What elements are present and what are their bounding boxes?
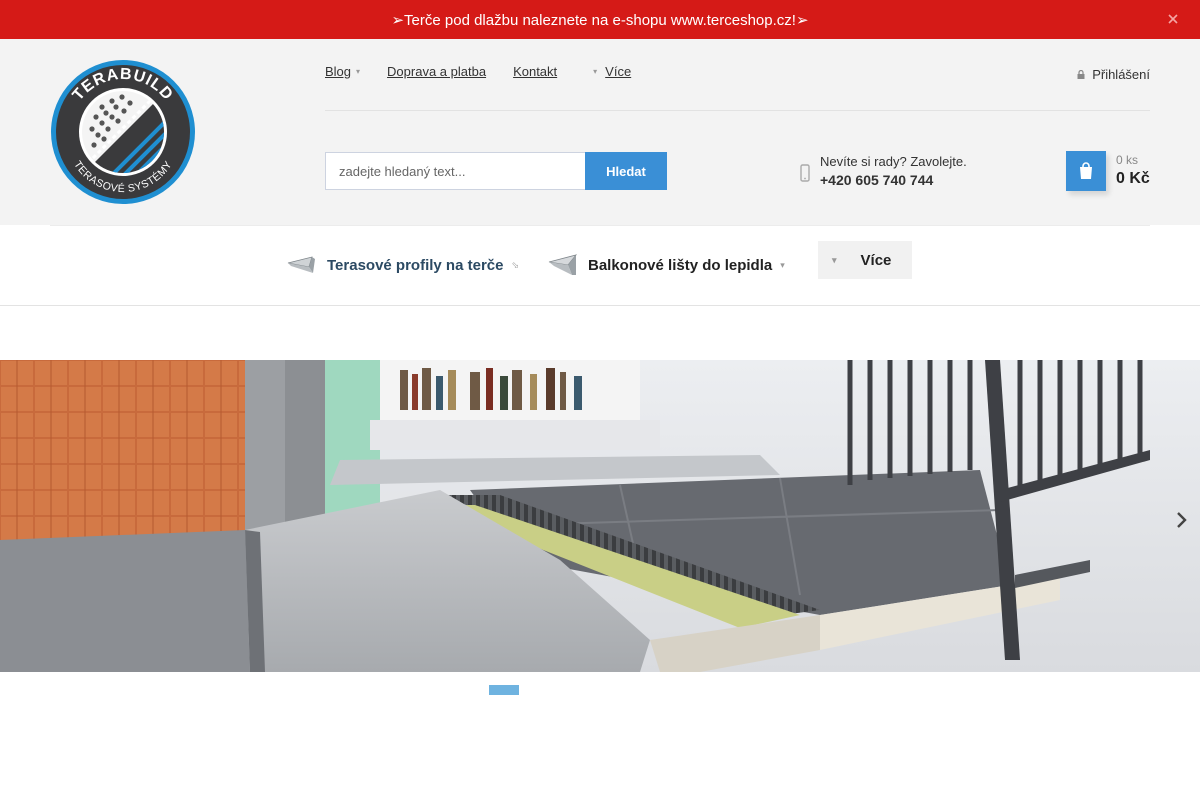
nav-item-terasove-profily[interactable]: Terasové profily na terče ⬂: [287, 253, 519, 277]
cart-total: 0 Kč: [1116, 170, 1150, 187]
chevron-down-icon: ▾: [356, 67, 361, 76]
toplink-blog-label[interactable]: Blog: [325, 64, 351, 79]
toplink-kontakt[interactable]: Kontakt: [513, 64, 557, 79]
announcement-bar: ➢Terče pod dlažbu naleznete na e-shopu w…: [0, 0, 1200, 39]
phone-icon: [800, 164, 810, 182]
cart-icon: [1080, 162, 1092, 179]
contact-phone[interactable]: +420 605 740 744: [820, 171, 967, 190]
chevron-down-icon: ▾: [832, 254, 837, 265]
hero-slider[interactable]: [0, 360, 1200, 672]
nav-more-label[interactable]: Více: [861, 252, 892, 269]
search-form: Hledat: [325, 152, 667, 190]
profile-icon: [548, 254, 578, 275]
search-input[interactable]: [325, 152, 585, 190]
chevron-right-icon[interactable]: [1174, 511, 1188, 529]
toplink-doprava[interactable]: Doprava a platba: [387, 64, 486, 79]
toplink-more[interactable]: ▾ Více: [584, 64, 631, 79]
announcement-text[interactable]: ➢Terče pod dlažbu naleznete na e-shopu w…: [391, 11, 808, 29]
nav-item-terasove-profily-label[interactable]: Terasové profily na terče: [327, 257, 503, 274]
nav-more-button[interactable]: ▾ Více: [818, 241, 912, 279]
chevron-down-icon: ▾: [593, 67, 598, 76]
nav-item-balkonove-listy[interactable]: Balkonové lišty do lepidla ▾: [548, 253, 785, 277]
header-divider: [325, 110, 1150, 111]
nav-divider: [50, 225, 1150, 226]
login-link[interactable]: Přihlášení: [1077, 67, 1150, 82]
toplink-more-label[interactable]: Více: [605, 64, 631, 79]
top-links: Blog ▾ Doprava a platba Kontakt ▾ Více: [325, 64, 658, 79]
search-button[interactable]: Hledat: [585, 152, 667, 190]
slider-dot-1[interactable]: [489, 685, 519, 695]
chevron-down-icon: ▾: [780, 259, 785, 270]
toplink-kontakt-label[interactable]: Kontakt: [513, 64, 557, 79]
cart-widget[interactable]: 0 ks 0 Kč: [1066, 151, 1150, 191]
balcony-illustration: [0, 360, 1200, 672]
contact-box: Nevíte si rady? Zavolejte. +420 605 740 …: [800, 152, 967, 190]
contact-question: Nevíte si rady? Zavolejte.: [820, 154, 967, 169]
nav-item-balkonove-listy-label[interactable]: Balkonové lišty do lepidla: [588, 257, 772, 274]
toplink-doprava-label[interactable]: Doprava a platba: [387, 64, 486, 79]
terabuild-logo[interactable]: TERABUILD TERASOVÉ SYSTÉMY: [50, 59, 196, 205]
main-nav: Terasové profily na terče ⬂ Balkonové li…: [0, 225, 1200, 306]
cart-button[interactable]: [1066, 151, 1106, 191]
cart-quantity: 0 ks: [1116, 153, 1139, 167]
close-icon[interactable]: [1166, 12, 1180, 26]
site-header: TERABUILD TERASOVÉ SYSTÉMY Blog ▾ Doprav…: [0, 39, 1200, 225]
lock-icon: [1077, 70, 1085, 79]
toplink-blog[interactable]: Blog ▾: [325, 64, 360, 79]
chevron-down-icon: ⬂: [511, 259, 520, 270]
profile-icon: [287, 256, 315, 273]
login-label[interactable]: Přihlášení: [1092, 67, 1150, 82]
